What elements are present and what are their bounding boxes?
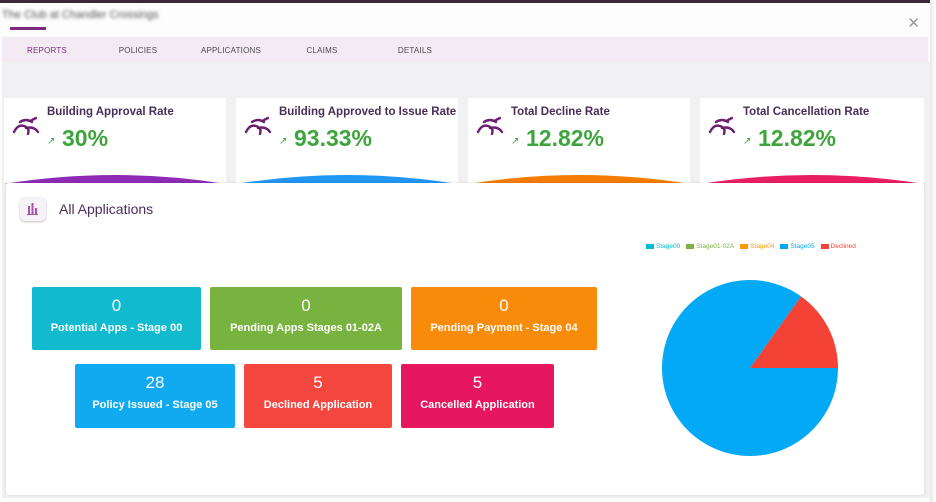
runner-icon (708, 116, 736, 136)
window-title: The Club at Chandler Crossings (2, 9, 159, 21)
kpi-value: 12.82% (526, 125, 605, 151)
tile-pending-payment[interactable]: 0 Pending Payment - Stage 04 (411, 287, 597, 350)
tab-applications[interactable]: APPLICATIONS (187, 37, 275, 65)
runner-icon (476, 116, 504, 136)
tile-label: Pending Payment - Stage 04 (430, 322, 578, 334)
legend-label: Declined (830, 243, 856, 250)
legend-label: Stage04 (750, 243, 775, 250)
tab-bar: REPORTS POLICIES APPLICATIONS CLAIMS DET… (2, 37, 928, 65)
tile-label: Cancelled Application (420, 399, 535, 411)
tile-label: Policy Issued - Stage 05 (92, 399, 218, 411)
legend-swatch (646, 244, 654, 249)
kpi-value: 93.33% (294, 125, 373, 151)
tab-details[interactable]: DETAILS (382, 37, 448, 65)
tab-claims[interactable]: CLAIMS (292, 37, 352, 65)
legend-label: Stage05 (790, 243, 815, 250)
tile-count: 5 (472, 373, 483, 392)
legend-swatch (686, 244, 695, 249)
tile-count: 0 (301, 296, 311, 315)
trend-up-icon: ↗ (511, 136, 520, 147)
tile-label: Potential Apps - Stage 00 (50, 322, 183, 334)
kpi-value: 12.82% (758, 125, 837, 151)
kpi-label: Total Cancellation Rate (743, 106, 870, 118)
runner-icon (244, 116, 272, 136)
legend-item[interactable]: Stage00 (646, 243, 680, 250)
chart-legend: Stage00 Stage01-02A Stage04 Stage05 Decl… (646, 243, 862, 250)
applications-pie-chart[interactable] (660, 270, 856, 466)
legend-item[interactable]: Stage01-02A (686, 243, 734, 250)
tile-potential-apps[interactable]: 0 Potential Apps - Stage 00 (32, 287, 201, 350)
panel-title: All Applications (59, 201, 154, 217)
tile-pending-apps[interactable]: 0 Pending Apps Stages 01-02A (210, 287, 402, 350)
legend-swatch (820, 244, 829, 249)
trend-up-icon: ↗ (47, 136, 56, 147)
tile-policy-issued[interactable]: 28 Policy Issued - Stage 05 (75, 364, 235, 428)
legend-item[interactable]: Stage04 (740, 243, 774, 250)
tile-count: 28 (145, 373, 165, 392)
trend-up-icon: ↗ (279, 136, 288, 147)
legend-item[interactable]: Stage05 (780, 243, 815, 250)
tile-count: 0 (499, 296, 509, 315)
tile-count: 0 (111, 296, 122, 315)
legend-swatch (740, 244, 749, 249)
tab-reports[interactable]: REPORTS (2, 37, 92, 65)
bar-chart-icon (20, 197, 46, 221)
tab-policies[interactable]: POLICIES (102, 37, 174, 65)
kpi-label: Total Decline Rate (511, 106, 610, 118)
tile-label: Pending Apps Stages 01-02A (230, 322, 382, 334)
tile-cancelled-application[interactable]: 5 Cancelled Application (401, 364, 554, 428)
kpi-value: 30% (62, 125, 109, 151)
legend-label: Stage01-02A (696, 243, 735, 250)
runner-icon (12, 116, 40, 136)
trend-up-icon: ↗ (743, 136, 752, 147)
close-icon[interactable]: ✕ (907, 16, 920, 31)
kpi-card-total-cancellation-rate: Total Cancellation Rate ↗ 12.82% (700, 98, 924, 184)
window-edge-shadow (930, 0, 936, 502)
tile-label: Declined Application (263, 399, 373, 411)
kpi-card-building-approval-rate: Building Approval Rate ↗ 30% (4, 98, 226, 184)
legend-item[interactable]: Declined (820, 243, 856, 250)
tile-count: 5 (313, 373, 323, 392)
legend-swatch (780, 244, 789, 249)
kpi-card-building-approved-to-issue-rate: Building Approved to Issue Rate ↗ 93.33% (236, 98, 458, 184)
title-underline (10, 27, 46, 30)
kpi-label: Building Approval Rate (47, 106, 174, 118)
tile-declined-application[interactable]: 5 Declined Application (244, 364, 392, 428)
legend-label: Stage00 (656, 243, 681, 250)
kpi-label: Building Approved to Issue Rate (279, 106, 457, 118)
kpi-card-total-decline-rate: Total Decline Rate ↗ 12.82% (468, 98, 690, 184)
